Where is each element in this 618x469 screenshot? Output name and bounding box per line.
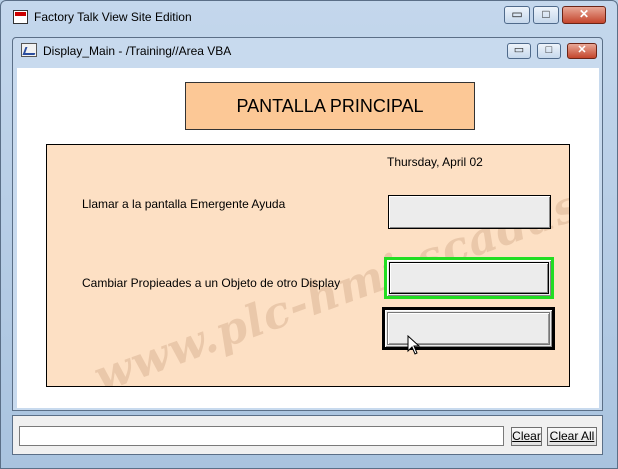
display-maximize-button[interactable]: □	[537, 43, 561, 59]
clear-all-button[interactable]: Clear All	[547, 427, 597, 446]
app-title-bar[interactable]: Factory Talk View Site Edition ▭ □ ✕	[1, 1, 617, 33]
page-title: PANTALLA PRINCIPAL	[185, 82, 475, 130]
app-window: Factory Talk View Site Edition ▭ □ ✕ Dis…	[0, 0, 618, 469]
change-properties-label: Cambiar Propieades a un Objeto de otro D…	[82, 276, 341, 290]
message-input[interactable]	[19, 426, 504, 446]
display-title-bar[interactable]: Display_Main - /Training//Area VBA ▭ □ ✕	[13, 38, 602, 64]
app-title: Factory Talk View Site Edition	[34, 10, 192, 24]
app-minimize-button[interactable]: ▭	[504, 6, 530, 24]
message-bar: Clear Clear All	[12, 415, 603, 455]
button-face	[389, 262, 549, 294]
display-icon	[21, 43, 37, 57]
date-display: Thursday, April 02	[387, 155, 483, 169]
change-properties-button[interactable]	[384, 257, 554, 299]
display-title: Display_Main - /Training//Area VBA	[43, 44, 232, 58]
display-close-button[interactable]: ✕	[567, 43, 597, 59]
app-close-button[interactable]: ✕	[562, 6, 606, 24]
mouse-cursor-icon	[407, 335, 421, 355]
open-help-button[interactable]	[388, 195, 551, 229]
display-canvas: PANTALLA PRINCIPAL www.plc-hmi-scadas.co…	[17, 68, 599, 408]
app-maximize-button[interactable]: □	[533, 6, 559, 24]
app-icon	[13, 10, 28, 24]
content-panel: www.plc-hmi-scadas.com Thursday, April 0…	[46, 144, 570, 387]
display-window: Display_Main - /Training//Area VBA ▭ □ ✕…	[12, 37, 603, 411]
display-minimize-button[interactable]: ▭	[507, 43, 531, 59]
clear-button[interactable]: Clear	[511, 427, 542, 446]
help-label: Llamar a la pantalla Emergente Ayuda	[82, 197, 286, 211]
